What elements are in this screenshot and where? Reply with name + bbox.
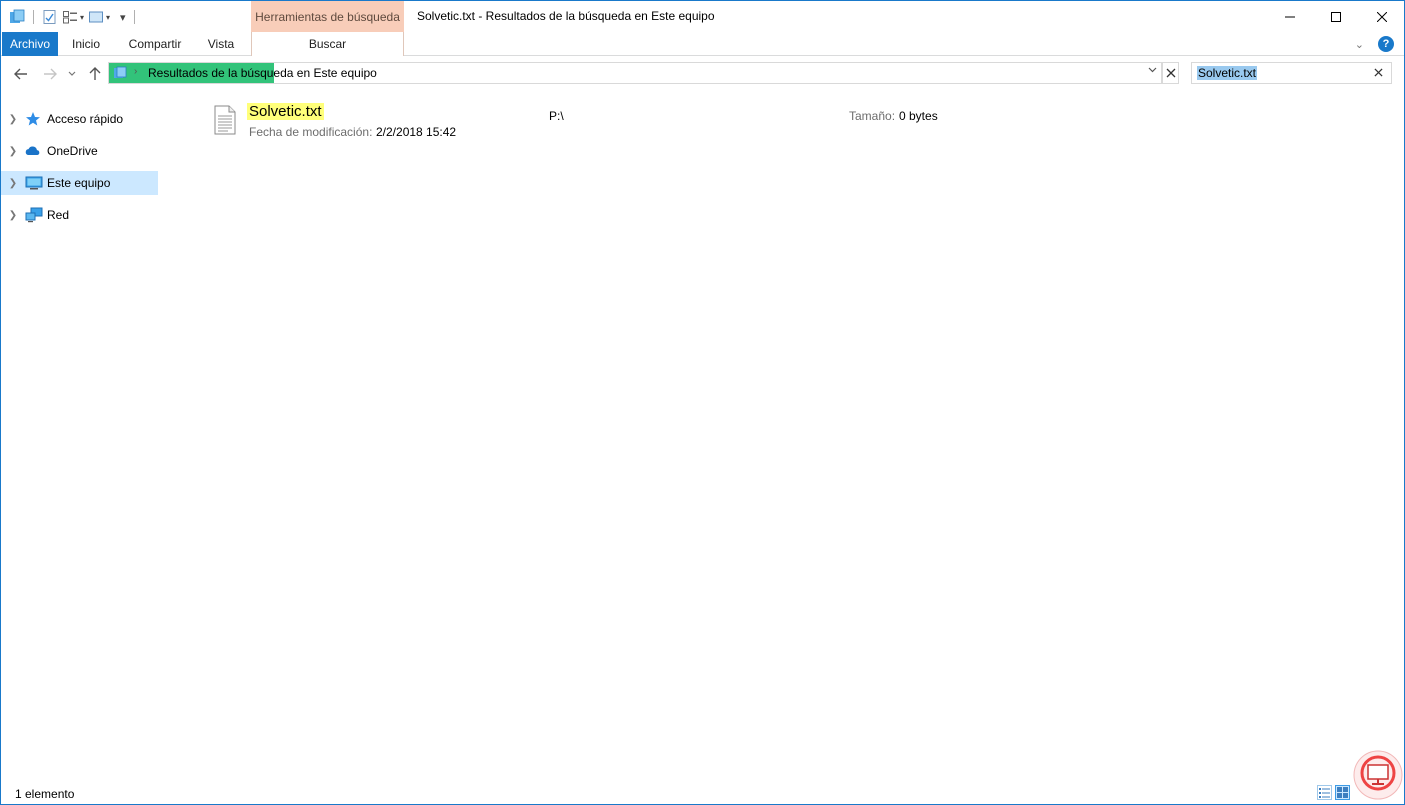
navigation-pane: ❯ Acceso rápido ❯ OneDrive ❯ Este equipo… — [1, 102, 161, 782]
large-icons-view-icon — [1337, 787, 1348, 798]
search-results-icon — [113, 66, 127, 80]
expand-chevron-icon[interactable]: ❯ — [1, 178, 25, 189]
stop-search-button[interactable] — [1162, 62, 1179, 84]
sidebar-item-acceso-rapido[interactable]: ❯ Acceso rápido — [1, 107, 158, 131]
star-icon — [25, 111, 41, 127]
chevron-down-icon[interactable]: ▾ — [106, 13, 110, 22]
toolbar-separator — [133, 10, 135, 24]
large-icons-view-button[interactable] — [1335, 785, 1350, 800]
new-folder-icon[interactable] — [62, 9, 78, 25]
expand-chevron-icon[interactable]: ❯ — [1, 114, 25, 125]
details-view-button[interactable] — [1317, 785, 1332, 800]
text-file-icon — [214, 105, 236, 135]
address-path: Resultados de la búsqueda en Este equipo — [148, 66, 377, 80]
close-icon — [1166, 68, 1175, 78]
file-name[interactable]: Solvetic.txt — [247, 103, 324, 120]
address-dropdown-icon[interactable] — [1148, 65, 1157, 76]
sidebar-item-este-equipo[interactable]: ❯ Este equipo — [1, 171, 158, 195]
rename-icon[interactable] — [88, 9, 104, 25]
sidebar-item-onedrive[interactable]: ❯ OneDrive — [1, 139, 158, 163]
sidebar-item-label: OneDrive — [47, 144, 98, 158]
sidebar-item-red[interactable]: ❯ Red — [1, 203, 158, 227]
search-tools-header: Herramientas de búsqueda — [251, 1, 404, 32]
expand-chevron-icon[interactable]: ❯ — [1, 210, 25, 221]
details-view-icon — [1319, 788, 1330, 798]
computer-icon — [25, 175, 43, 191]
maximize-button[interactable] — [1313, 1, 1359, 32]
minimize-icon — [1285, 16, 1295, 17]
ribbon-tabs: Archivo Inicio Compartir Vista Buscar ⌄ … — [1, 32, 1404, 56]
expand-chevron-icon[interactable]: ❯ — [1, 146, 25, 157]
address-bar[interactable]: › Resultados de la búsqueda en Este equi… — [108, 62, 1162, 84]
back-button[interactable] — [10, 64, 32, 84]
chevron-down-icon — [68, 71, 76, 76]
network-icon — [25, 207, 43, 223]
tab-inicio[interactable]: Inicio — [62, 32, 110, 56]
maximize-icon — [1331, 11, 1341, 22]
watermark-logo — [1353, 747, 1403, 803]
clear-search-icon[interactable] — [1374, 65, 1383, 80]
quick-access-toolbar: ▾ ▾ ▾ — [9, 7, 139, 27]
item-count: 1 elemento — [15, 787, 75, 801]
expand-ribbon-icon[interactable]: ⌄ — [1355, 38, 1364, 51]
sidebar-item-label: Red — [47, 208, 70, 222]
properties-icon[interactable] — [42, 9, 58, 25]
explorer-window: ▾ ▾ ▾ Herramientas de búsqueda Solvetic.… — [0, 0, 1405, 805]
tab-archivo[interactable]: Archivo — [2, 32, 58, 56]
forward-button[interactable] — [39, 64, 61, 84]
window-title: Solvetic.txt - Resultados de la búsqueda… — [417, 9, 715, 23]
arrow-up-icon — [89, 67, 101, 80]
search-input[interactable]: Solvetic.txt — [1197, 66, 1258, 80]
size-value: 0 bytes — [899, 109, 938, 123]
ribbon-controls: ⌄ ? — [1355, 36, 1394, 52]
file-path: P:\ — [549, 109, 564, 123]
size-label: Tamaño: — [849, 109, 896, 123]
title-bar: ▾ ▾ ▾ Herramientas de búsqueda Solvetic.… — [1, 1, 1404, 32]
chevron-down-icon[interactable]: ▾ — [80, 13, 84, 22]
close-button[interactable] — [1359, 1, 1405, 32]
status-bar: 1 elemento — [1, 782, 1404, 804]
close-icon — [1377, 11, 1387, 22]
folder-app-icon — [9, 9, 25, 25]
tab-vista[interactable]: Vista — [200, 32, 242, 56]
modified-date-label: Fecha de modificación: — [249, 125, 373, 139]
sidebar-item-label: Este equipo — [47, 176, 111, 190]
arrow-left-icon — [14, 68, 27, 80]
chevron-right-icon[interactable]: › — [134, 66, 137, 77]
customize-toolbar-icon[interactable]: ▾ — [120, 11, 126, 24]
recent-locations-button[interactable] — [63, 64, 81, 84]
minimize-button[interactable] — [1267, 1, 1313, 32]
cloud-icon — [25, 143, 41, 159]
search-result-item[interactable]: Solvetic.txt Fecha de modificación: 2/2/… — [206, 101, 966, 141]
sidebar-item-label: Acceso rápido — [47, 112, 124, 126]
toolbar-separator — [33, 10, 34, 24]
arrow-right-icon — [44, 68, 57, 80]
up-button[interactable] — [84, 64, 106, 84]
tab-buscar[interactable]: Buscar — [251, 32, 404, 56]
view-switcher — [1317, 785, 1350, 800]
tab-compartir[interactable]: Compartir — [119, 32, 191, 56]
modified-date-value: 2/2/2018 15:42 — [376, 125, 457, 139]
help-icon[interactable]: ? — [1378, 36, 1394, 52]
search-box[interactable]: Solvetic.txt — [1191, 62, 1392, 84]
